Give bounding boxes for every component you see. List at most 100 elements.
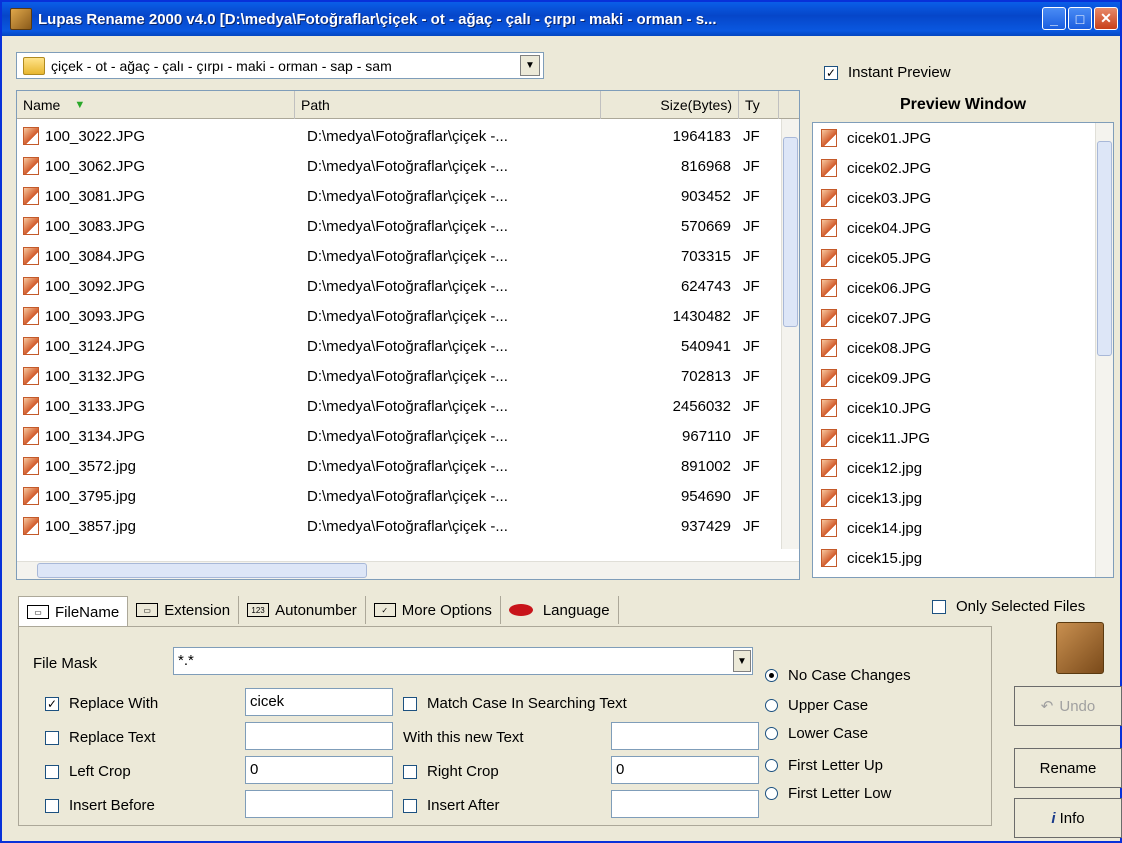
tab-more-options[interactable]: ✓ More Options xyxy=(366,596,501,624)
table-row[interactable]: 100_3022.JPG D:\medya\Fotoğraflar\çiçek -… xyxy=(17,121,779,151)
replace-with-checkbox[interactable]: ✓ Replace With xyxy=(45,695,158,712)
list-item[interactable]: cicek06.JPG xyxy=(813,273,1113,303)
list-item[interactable]: cicek09.JPG xyxy=(813,363,1113,393)
scroll-thumb[interactable] xyxy=(783,137,798,327)
jpg-file-icon xyxy=(23,517,39,535)
file-mask-input[interactable]: *.* xyxy=(173,647,753,675)
info-button[interactable]: i Info xyxy=(1014,798,1122,838)
table-row[interactable]: 100_3081.JPG D:\medya\Fotoğraflar\çiçek -… xyxy=(17,181,779,211)
scroll-thumb[interactable] xyxy=(1097,141,1112,356)
list-item[interactable]: cicek02.JPG xyxy=(813,153,1113,183)
column-header-type[interactable]: Ty xyxy=(739,91,779,119)
radio-button[interactable] xyxy=(765,699,778,712)
list-item[interactable]: cicek12.jpg xyxy=(813,453,1113,483)
radio-upper-case[interactable]: Upper Case xyxy=(765,697,868,714)
tab-autonumber[interactable]: 123 Autonumber xyxy=(239,596,366,624)
radio-no-case-changes[interactable]: No Case Changes xyxy=(765,667,911,684)
file-list-hscrollbar[interactable] xyxy=(17,561,799,579)
checkbox[interactable] xyxy=(932,599,946,614)
list-item[interactable]: cicek15.jpg xyxy=(813,543,1113,573)
replace-text-input[interactable] xyxy=(245,722,393,750)
close-button[interactable]: ✕ xyxy=(1094,7,1118,30)
table-row[interactable]: 100_3132.JPG D:\medya\Fotoğraflar\çiçek -… xyxy=(17,361,779,391)
left-crop-input[interactable]: 0 xyxy=(245,756,393,784)
sort-arrow-icon: ▼ xyxy=(74,99,86,111)
jpg-file-icon xyxy=(821,429,837,447)
list-item[interactable]: cicek11.JPG xyxy=(813,423,1113,453)
maximize-button[interactable]: □ xyxy=(1068,7,1092,30)
list-item[interactable]: cicek04.JPG xyxy=(813,213,1113,243)
checkbox[interactable]: ✓ xyxy=(824,65,838,80)
list-item[interactable]: cicek03.JPG xyxy=(813,183,1113,213)
table-row[interactable]: 100_3133.JPG D:\medya\Fotoğraflar\çiçek -… xyxy=(17,391,779,421)
files-icon xyxy=(1056,622,1104,674)
radio-button[interactable] xyxy=(765,669,778,682)
list-item[interactable]: cicek07.JPG xyxy=(813,303,1113,333)
right-crop-checkbox[interactable]: Right Crop xyxy=(403,763,499,780)
tab-extension[interactable]: ▭ Extension xyxy=(128,596,240,624)
left-crop-checkbox[interactable]: Left Crop xyxy=(45,763,131,780)
tab-language[interactable]: Language xyxy=(501,596,619,624)
table-row[interactable]: 100_3795.jpg D:\medya\Fotoğraflar\çiçek -… xyxy=(17,481,779,511)
checkbox[interactable] xyxy=(403,696,417,711)
table-row[interactable]: 100_3062.JPG D:\medya\Fotoğraflar\çiçek -… xyxy=(17,151,779,181)
radio-button[interactable] xyxy=(765,759,778,772)
jpg-file-icon xyxy=(23,127,39,145)
list-item[interactable]: cicek14.jpg xyxy=(813,513,1113,543)
insert-before-checkbox[interactable]: Insert Before xyxy=(45,797,155,814)
file-list-vscrollbar[interactable] xyxy=(781,119,799,549)
chevron-down-icon[interactable]: ▼ xyxy=(520,55,540,76)
checkbox[interactable] xyxy=(45,798,59,813)
undo-button[interactable]: ↶ Undo xyxy=(1014,686,1122,726)
table-row[interactable]: 100_3092.JPG D:\medya\Fotoğraflar\çiçek -… xyxy=(17,271,779,301)
list-item[interactable]: cicek13.jpg xyxy=(813,483,1113,513)
scroll-thumb[interactable] xyxy=(37,563,367,578)
folder-select[interactable]: çiçek - ot - ağaç - çalı - çırpı - maki … xyxy=(16,52,544,79)
tab-filename[interactable]: ▭ FileName xyxy=(18,596,129,627)
list-item[interactable]: cicek08.JPG xyxy=(813,333,1113,363)
checkbox[interactable] xyxy=(403,798,417,813)
instant-preview-checkbox[interactable]: ✓ Instant Preview xyxy=(824,64,951,81)
list-item[interactable]: cicek10.JPG xyxy=(813,393,1113,423)
rename-button[interactable]: Rename xyxy=(1014,748,1122,788)
checkbox[interactable] xyxy=(403,764,417,779)
column-header-path[interactable]: Path xyxy=(295,91,601,119)
only-selected-checkbox[interactable]: Only Selected Files xyxy=(932,598,1085,615)
file-name-cell: 100_3084.JPG xyxy=(17,247,295,265)
list-item[interactable]: cicek01.JPG xyxy=(813,123,1113,153)
table-row[interactable]: 100_3857.jpg D:\medya\Fotoğraflar\çiçek -… xyxy=(17,511,779,541)
replace-with-input[interactable]: cicek xyxy=(245,688,393,716)
list-item[interactable]: cicek05.JPG xyxy=(813,243,1113,273)
preview-vscrollbar[interactable] xyxy=(1095,123,1113,577)
checkbox[interactable] xyxy=(45,764,59,779)
column-header-size[interactable]: Size(Bytes) xyxy=(601,91,739,119)
jpg-file-icon xyxy=(23,307,39,325)
radio-button[interactable] xyxy=(765,787,778,800)
table-row[interactable]: 100_3124.JPG D:\medya\Fotoğraflar\çiçek -… xyxy=(17,331,779,361)
radio-button[interactable] xyxy=(765,727,778,740)
minimize-button[interactable]: _ xyxy=(1042,7,1066,30)
insert-before-input[interactable] xyxy=(245,790,393,818)
table-row[interactable]: 100_3083.JPG D:\medya\Fotoğraflar\çiçek -… xyxy=(17,211,779,241)
title-bar[interactable]: Lupas Rename 2000 v4.0 [D:\medya\Fotoğra… xyxy=(2,2,1120,36)
column-header-name[interactable]: Name ▼ xyxy=(17,91,295,119)
checkbox[interactable]: ✓ xyxy=(45,696,59,711)
radio-first-letter-low[interactable]: First Letter Low xyxy=(765,785,891,802)
insert-after-input[interactable] xyxy=(611,790,759,818)
checkbox[interactable] xyxy=(45,730,59,745)
chevron-down-icon[interactable]: ▼ xyxy=(733,650,751,672)
radio-lower-case[interactable]: Lower Case xyxy=(765,725,868,742)
file-list[interactable]: Name ▼ Path Size(Bytes) Ty 100_3022.JPG D:… xyxy=(16,90,800,580)
table-row[interactable]: 100_3572.jpg D:\medya\Fotoğraflar\çiçek -… xyxy=(17,451,779,481)
replace-text-checkbox[interactable]: Replace Text xyxy=(45,729,155,746)
table-row[interactable]: 100_3084.JPG D:\medya\Fotoğraflar\çiçek -… xyxy=(17,241,779,271)
match-case-checkbox[interactable]: Match Case In Searching Text xyxy=(403,695,627,712)
table-row[interactable]: 100_3093.JPG D:\medya\Fotoğraflar\çiçek -… xyxy=(17,301,779,331)
insert-after-checkbox[interactable]: Insert After xyxy=(403,797,500,814)
right-crop-input[interactable]: 0 xyxy=(611,756,759,784)
file-name: 100_3093.JPG xyxy=(45,307,146,325)
radio-first-letter-up[interactable]: First Letter Up xyxy=(765,757,883,774)
new-text-input[interactable] xyxy=(611,722,759,750)
preview-list[interactable]: cicek01.JPG cicek02.JPG cicek03.JPG cicek04… xyxy=(812,122,1114,578)
table-row[interactable]: 100_3134.JPG D:\medya\Fotoğraflar\çiçek -… xyxy=(17,421,779,451)
